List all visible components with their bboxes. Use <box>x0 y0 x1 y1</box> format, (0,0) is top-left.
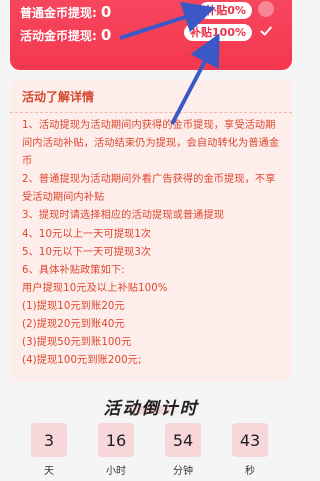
rule-line: (3)提现50元到账100元 <box>22 337 132 349</box>
activity-details-card: 活动了解详情 1、活动提现为活动期间内获得的金币提现，享受活动期间内活动补贴，活… <box>10 80 292 382</box>
countdown-days: 3 <box>31 423 67 457</box>
rule-line: 3、提现时请选择相应的活动提现或普通提现 <box>22 210 225 222</box>
countdown-seconds-label: 秒 <box>245 466 255 477</box>
check-circle-icon[interactable] <box>258 23 274 39</box>
withdraw-type-card: 普通金币提现: 0 活动金币提现: 0 补贴0% 补贴100% <box>10 0 292 70</box>
countdown-hours-label: 小时 <box>106 466 126 477</box>
subsidy-100-badge: 补贴100% <box>184 24 252 41</box>
rule-line: 4、10元以上一天可提现1次 <box>22 228 152 240</box>
countdown-days-label: 天 <box>44 466 54 477</box>
rule-line: (1)提现10元到账20元 <box>22 300 125 312</box>
countdown-title: 活动倒计时 <box>103 399 199 419</box>
rule-line: 2、普通提现为活动期间外看广告获得的金币提现，不享受活动期间内补贴 <box>22 174 276 204</box>
rule-line: (4)提现100元到账200元; <box>22 355 142 367</box>
rule-line: 1、活动提现为活动期间内获得的金币提现，享受活动期间内活动补贴，活动结束仍为提现… <box>22 120 280 168</box>
radio-unchecked-icon[interactable] <box>258 1 274 17</box>
countdown-seconds: 43 <box>232 423 268 457</box>
rule-line: (2)提现20元到账40元 <box>22 319 125 331</box>
rule-line: 用户提现10元及以上补贴100% <box>22 282 168 294</box>
countdown-minutes: 54 <box>165 423 201 457</box>
subsidy-0-badge: 补贴0% <box>199 2 252 19</box>
rule-line: 6、具体补贴政策如下: <box>22 264 125 276</box>
normal-withdraw-label: 普通金币提现: <box>20 6 97 20</box>
activity-rules: 1、活动提现为活动期间内获得的金币提现，享受活动期间内活动补贴，活动结束仍为提现… <box>22 117 284 370</box>
activity-withdraw-row: 活动金币提现: 0 <box>20 26 111 44</box>
normal-withdraw-value: 0 <box>100 3 112 21</box>
dashed-divider <box>10 112 292 113</box>
activity-withdraw-value: 0 <box>100 26 112 44</box>
activity-withdraw-label: 活动金币提现: <box>20 29 97 43</box>
countdown-hours: 16 <box>98 423 134 457</box>
normal-withdraw-row: 普通金币提现: 0 <box>20 3 111 21</box>
activity-details-title: 活动了解详情 <box>22 90 95 104</box>
rule-line: 5、10元以下一天可提现3次 <box>22 246 152 258</box>
countdown-minutes-label: 分钟 <box>173 466 193 477</box>
